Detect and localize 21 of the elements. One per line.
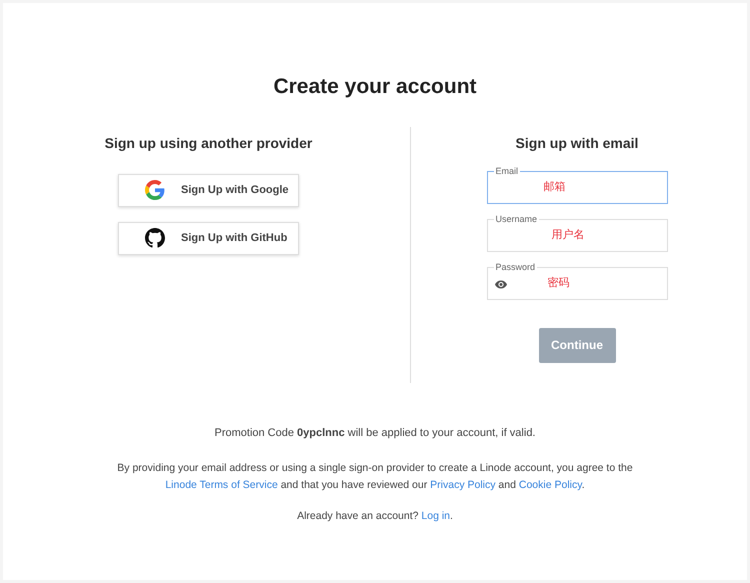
google-logo-icon — [145, 180, 165, 200]
provider-button[interactable]: Sign Up with Google — [118, 174, 299, 206]
field-label: Username — [494, 212, 540, 224]
link[interactable]: Linode Terms of Service — [165, 479, 278, 491]
provider-button[interactable]: Sign Up with GitHub — [118, 222, 299, 254]
section-heading: Sign up with email — [516, 134, 638, 153]
field-value: 邮箱 — [544, 180, 566, 195]
section-heading: Sign up using another provider — [104, 134, 312, 153]
link[interactable]: Log in — [421, 510, 450, 522]
link[interactable]: Privacy Policy — [430, 479, 496, 491]
login-text: Already have an account? Log in. — [297, 509, 453, 524]
terms-text: By providing your email address or using a single sign-on provider to create a Linode account, you agree to the Linode Terms of Service and that you have reviewed our Privacy Policy and Cookie Policy. — [116, 461, 634, 493]
github-logo-icon — [145, 228, 165, 248]
field-value: 密码 — [548, 276, 570, 291]
field-value: 用户名 — [552, 228, 584, 243]
page-title: Create your account — [273, 74, 477, 100]
field-label: Password — [494, 260, 538, 272]
promotion-text: Promotion Code 0ypclnnc will be applied to your account, if valid. — [214, 426, 536, 440]
field-label: Email — [494, 164, 520, 176]
link[interactable]: Cookie Policy — [518, 479, 582, 491]
eye-icon[interactable] — [494, 280, 506, 288]
